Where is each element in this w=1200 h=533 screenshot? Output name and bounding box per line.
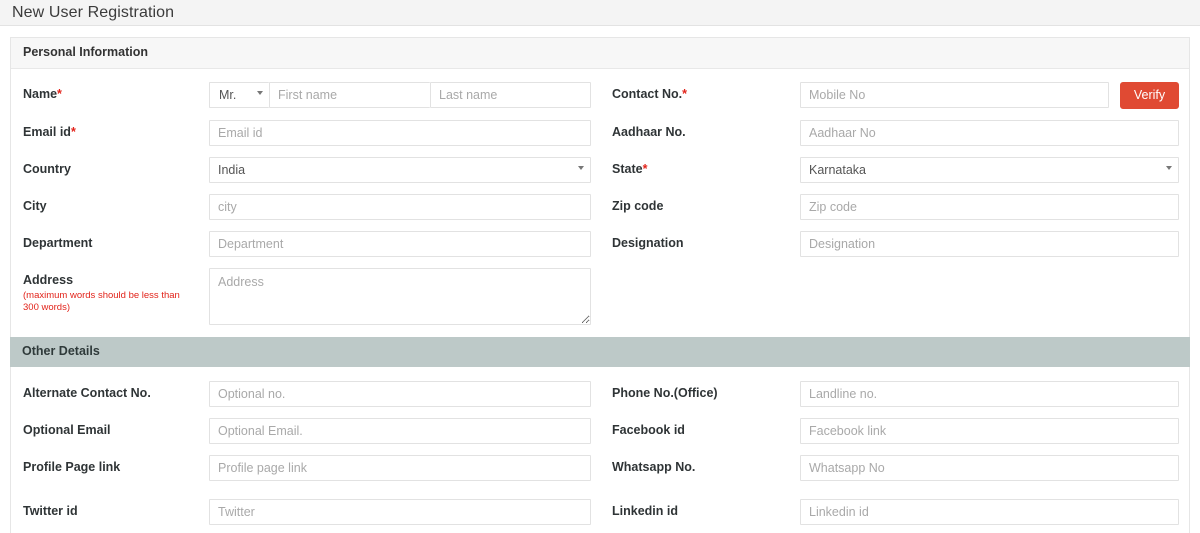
designation-input[interactable] (800, 230, 1179, 257)
required-star: * (682, 86, 688, 101)
field-label-whatsapp-no: Whatsapp No. (612, 459, 696, 474)
first-name-input[interactable] (269, 81, 430, 108)
last-name-input[interactable] (430, 81, 591, 108)
form-row: Twitter id Linkedin id (11, 497, 1189, 525)
field-phone-no-office: Phone No.(Office) (600, 379, 1189, 407)
name-input-group: Mr. (209, 81, 591, 108)
country-select[interactable]: India (209, 156, 591, 183)
field-label-city: City (23, 198, 47, 213)
zip-code-input[interactable] (800, 193, 1179, 220)
field-contact-no: Contact No.* Verify (600, 80, 1189, 109)
field-city: City (11, 192, 600, 220)
country-select-wrapper: India (209, 156, 591, 183)
form-row: Department Designation (11, 229, 1189, 257)
required-star: * (57, 86, 62, 101)
title-select-wrapper: Mr. (209, 81, 269, 108)
field-label-state: State* (612, 161, 648, 176)
required-star: * (70, 124, 76, 139)
contact-no-input[interactable] (800, 81, 1109, 108)
department-input[interactable] (209, 230, 591, 257)
field-twitter-id: Twitter id (11, 497, 600, 525)
required-star: * (642, 161, 648, 176)
field-label-facebook-id: Facebook id (612, 422, 685, 437)
linkedin-id-input[interactable] (800, 498, 1179, 525)
field-label-department: Department (23, 235, 93, 250)
optional-email-input[interactable] (209, 417, 591, 444)
field-label-address: Address (maximum words should be less th… (11, 266, 209, 314)
field-optional-email: Optional Email (11, 416, 600, 444)
field-zip-code: Zip code (600, 192, 1189, 220)
field-label-linkedin-id: Linkedin id (612, 503, 678, 518)
contact-no-group: Verify (800, 81, 1179, 109)
field-label-designation: Designation (612, 235, 684, 250)
twitter-id-input[interactable] (209, 498, 591, 525)
field-designation: Designation (600, 229, 1189, 257)
email-id-input[interactable] (209, 119, 591, 146)
field-label-optional-email: Optional Email (23, 422, 111, 437)
field-label-aadhaar-no: Aadhaar No. (612, 124, 686, 139)
title-select[interactable]: Mr. (209, 81, 269, 108)
field-label-email-id: Email id* (23, 124, 76, 139)
field-department: Department (11, 229, 600, 257)
form-row: Email id* Aadhaar No. (11, 118, 1189, 146)
field-label-twitter-id: Twitter id (23, 503, 78, 518)
field-linkedin-id: Linkedin id (600, 497, 1189, 525)
form-row: Address (maximum words should be less th… (11, 266, 1189, 337)
field-label-name: Name* (23, 86, 62, 101)
field-alternate-contact-no: Alternate Contact No. (11, 379, 600, 407)
address-hint: (maximum words should be less than 300 w… (23, 290, 180, 314)
field-facebook-id: Facebook id (600, 416, 1189, 444)
section-header-personal-information: Personal Information (11, 38, 1189, 69)
phone-no-office-input[interactable] (800, 380, 1179, 407)
state-select[interactable]: Karnataka (800, 156, 1179, 183)
alternate-contact-no-input[interactable] (209, 380, 591, 407)
page-header: New User Registration (0, 0, 1200, 26)
profile-page-link-input[interactable] (209, 454, 591, 481)
field-name: Name* Mr. (11, 80, 600, 109)
form-row: City Zip code (11, 192, 1189, 220)
field-address: Address (maximum words should be less th… (11, 266, 600, 325)
registration-card: Personal Information Name* Mr. First nam… (10, 37, 1190, 533)
field-profile-page-link: Profile Page link (11, 453, 600, 481)
personal-information-fields: Name* Mr. First name Last name Contact N… (11, 80, 1189, 337)
state-select-wrapper: Karnataka (800, 156, 1179, 183)
registration-page: New User Registration Personal Informati… (0, 0, 1200, 533)
facebook-id-input[interactable] (800, 417, 1179, 444)
form-row: Profile Page link Whatsapp No. (11, 453, 1189, 481)
field-whatsapp-no: Whatsapp No. (600, 453, 1189, 481)
form-row: Optional Email Facebook id (11, 416, 1189, 444)
form-row: Alternate Contact No. Phone No.(Office) (11, 379, 1189, 407)
field-label-alternate-contact-no: Alternate Contact No. (23, 385, 151, 400)
city-input[interactable] (209, 193, 591, 220)
form-row: Name* Mr. First name Last name Contact N… (11, 80, 1189, 109)
section-header-other-details: Other Details (10, 336, 1190, 367)
aadhaar-no-input[interactable] (800, 119, 1179, 146)
field-state: State* Karnataka (600, 155, 1189, 183)
field-label-zip-code: Zip code (612, 198, 664, 213)
field-label-profile-page-link: Profile Page link (23, 459, 121, 474)
whatsapp-no-input[interactable] (800, 454, 1179, 481)
field-label-country: Country (23, 161, 71, 176)
field-country: Country India (11, 155, 600, 183)
other-details-fields: Alternate Contact No. Phone No.(Office) … (11, 379, 1189, 533)
field-label-phone-no-office: Phone No.(Office) (612, 385, 718, 400)
page-title: New User Registration (12, 3, 175, 21)
form-row: Country India State* Karnataka (11, 155, 1189, 183)
header-spacer (0, 26, 1200, 37)
address-right-spacer (600, 266, 1189, 325)
field-aadhaar-no: Aadhaar No. (600, 118, 1189, 146)
address-textarea[interactable] (209, 267, 591, 325)
verify-button[interactable]: Verify (1120, 81, 1179, 109)
field-label-contact-no: Contact No.* (612, 86, 688, 101)
field-email-id: Email id* (11, 118, 600, 146)
